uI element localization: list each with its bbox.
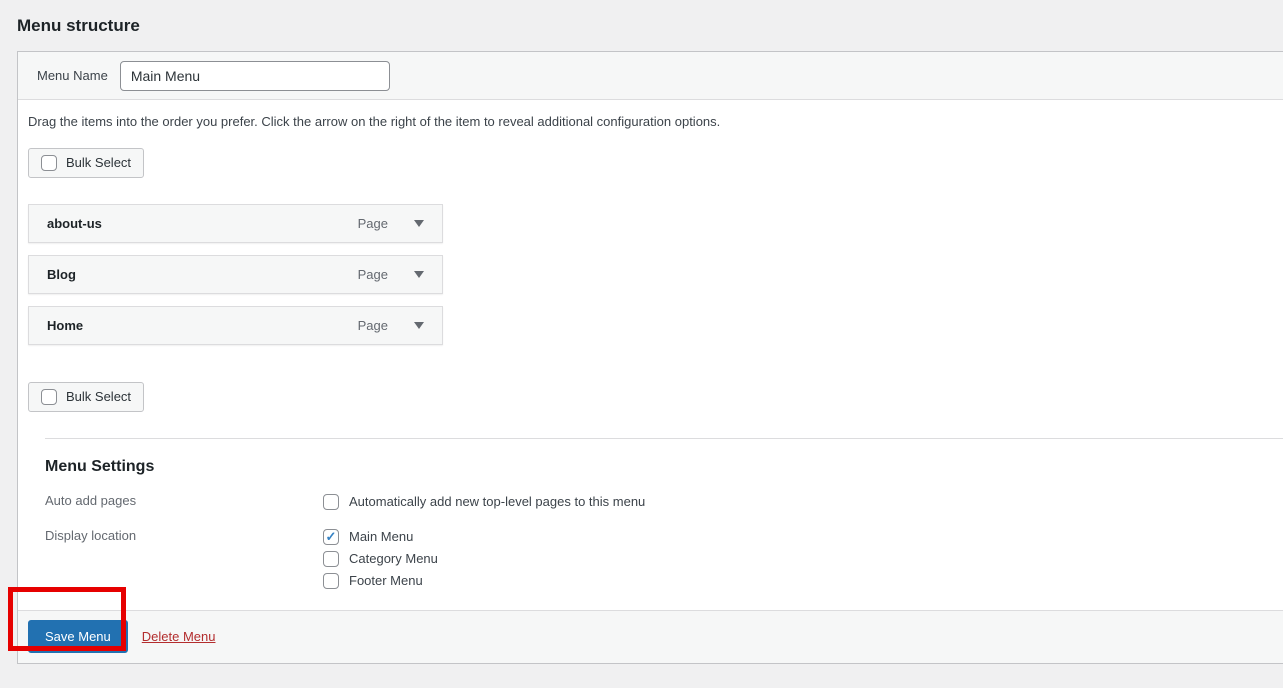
menu-body: Drag the items into the order you prefer…	[18, 112, 1283, 610]
expand-arrow-icon[interactable]	[408, 314, 430, 336]
display-location-option-main-menu[interactable]: Main Menu	[323, 527, 438, 547]
category-menu-checkbox[interactable]	[323, 551, 339, 567]
settings-divider	[45, 438, 1283, 439]
delete-menu-link[interactable]: Delete Menu	[142, 629, 216, 644]
display-location-options: Main Menu Category Menu Footer Menu	[323, 527, 438, 593]
menu-item-title: Home	[47, 318, 358, 333]
save-menu-button[interactable]: Save Menu	[28, 620, 128, 653]
expand-arrow-icon[interactable]	[408, 212, 430, 234]
menu-footer-actions: Save Menu Delete Menu	[18, 610, 1283, 663]
auto-add-pages-row: Auto add pages Automatically add new top…	[45, 492, 1273, 514]
main-menu-checkbox[interactable]	[323, 529, 339, 545]
menu-items-list: about-us Page Blog Page Home Page	[28, 204, 1273, 345]
footer-menu-checkbox[interactable]	[323, 573, 339, 589]
page-title: Menu structure	[0, 0, 1283, 37]
auto-add-pages-label: Auto add pages	[45, 492, 323, 514]
expand-arrow-icon[interactable]	[408, 263, 430, 285]
bulk-select-label: Bulk Select	[66, 155, 131, 170]
display-location-option-category-menu[interactable]: Category Menu	[323, 549, 438, 569]
bulk-select-toggle-top[interactable]: Bulk Select	[28, 148, 144, 178]
menu-item-about-us[interactable]: about-us Page	[28, 204, 443, 243]
auto-add-option-label: Automatically add new top-level pages to…	[349, 494, 645, 509]
display-location-row: Display location Main Menu Category Menu…	[45, 527, 1273, 593]
menu-settings-title: Menu Settings	[45, 457, 1273, 476]
bulk-select-checkbox[interactable]	[41, 389, 57, 405]
bulk-select-toggle-bottom[interactable]: Bulk Select	[28, 382, 144, 412]
auto-add-pages-option[interactable]: Automatically add new top-level pages to…	[323, 492, 645, 512]
option-label: Footer Menu	[349, 573, 423, 588]
drag-instructions-text: Drag the items into the order you prefer…	[28, 112, 1273, 132]
menu-name-label: Menu Name	[37, 68, 108, 83]
option-label: Category Menu	[349, 551, 438, 566]
bulk-select-checkbox[interactable]	[41, 155, 57, 171]
menu-item-title: Blog	[47, 267, 358, 282]
display-location-label: Display location	[45, 527, 323, 593]
option-label: Main Menu	[349, 529, 413, 544]
menu-item-type: Page	[358, 216, 388, 231]
menu-item-type: Page	[358, 318, 388, 333]
menu-item-title: about-us	[47, 216, 358, 231]
menu-name-header: Menu Name	[18, 52, 1283, 100]
menu-edit-panel: Menu Name Drag the items into the order …	[17, 51, 1283, 664]
menu-item-home[interactable]: Home Page	[28, 306, 443, 345]
menu-name-input[interactable]	[120, 61, 390, 91]
display-location-option-footer-menu[interactable]: Footer Menu	[323, 571, 438, 591]
menu-item-blog[interactable]: Blog Page	[28, 255, 443, 294]
bulk-select-label: Bulk Select	[66, 389, 131, 404]
auto-add-checkbox[interactable]	[323, 494, 339, 510]
menu-item-type: Page	[358, 267, 388, 282]
